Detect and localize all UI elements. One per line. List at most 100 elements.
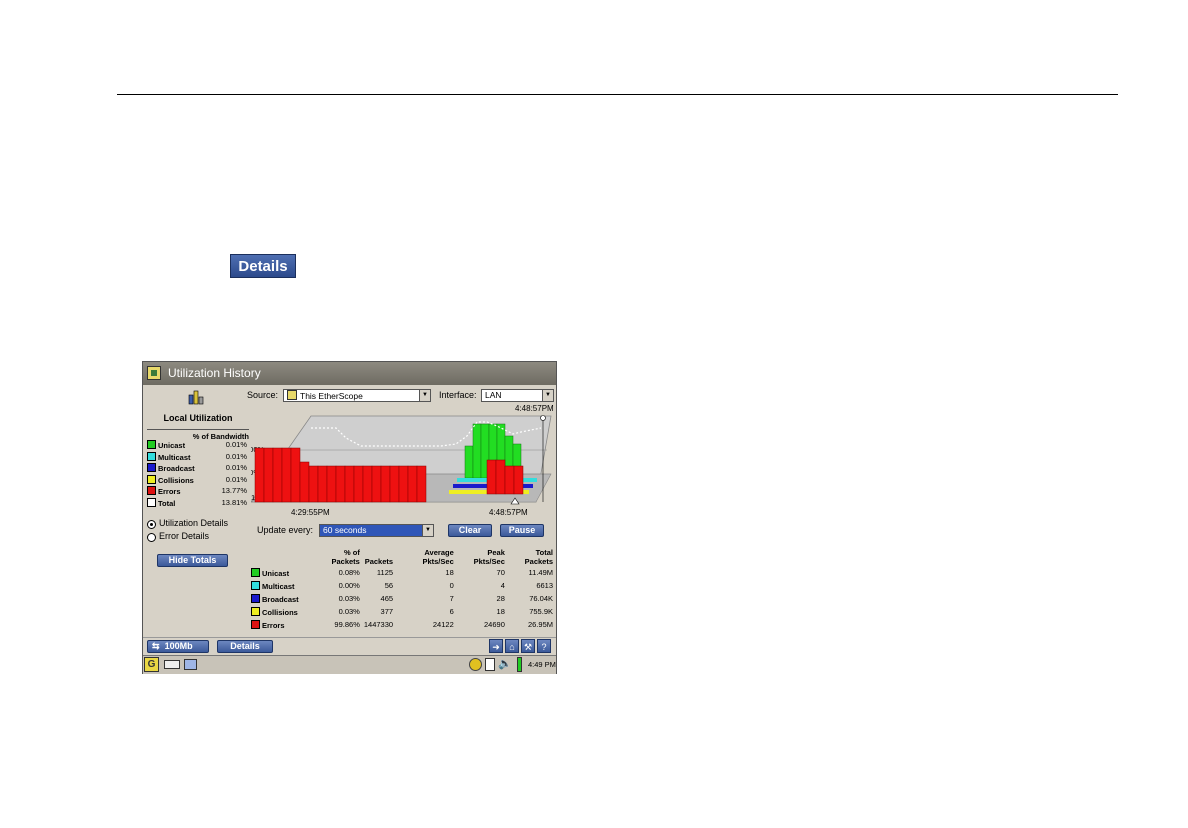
packet-stats-table: % of Packets Packets Average Pkts/Sec Peak … (249, 544, 555, 631)
interface-value: LAN (485, 390, 502, 400)
column-header: Average Pkts/Sec (422, 548, 454, 566)
row-name: Collisions (249, 605, 315, 618)
error-details-radio[interactable] (147, 533, 156, 542)
title-bar: Utilization History (143, 362, 556, 385)
error-details-label[interactable]: Error Details (159, 531, 209, 541)
interface-dropdown[interactable]: LAN ▼ (481, 389, 554, 402)
legend-label: Multicast (147, 451, 191, 462)
table-row: Broadcast 0.03% 465 7 28 76.04K (249, 592, 555, 605)
cell-packets: 56 (384, 581, 394, 590)
cell-pct: 0.00% (338, 581, 360, 590)
legend-label: Total (147, 497, 175, 508)
row-swatch (251, 593, 260, 603)
update-every-label: Update every: (257, 525, 314, 535)
link-speed-label: 100Mb (164, 641, 193, 651)
cell-peak: 28 (496, 594, 505, 603)
column-header: % of Packets (331, 548, 360, 566)
utilization-details-radio[interactable] (147, 520, 156, 529)
table-header-row: % of Packets Packets Average Pkts/Sec Peak … (249, 544, 555, 566)
row-name: Multicast (249, 579, 315, 592)
legend-swatch (147, 474, 156, 484)
cell-total: 76.04K (529, 594, 553, 603)
legend-row-unicast: Unicast 0.01% (147, 440, 247, 451)
table-row: Collisions 0.03% 377 6 18 755.9K (249, 605, 555, 618)
cell-total: 26.95M (527, 620, 553, 629)
source-dropdown[interactable]: This EtherScope ▼ (283, 389, 431, 402)
column-header (249, 544, 315, 566)
local-utilization-icon (188, 389, 204, 405)
cell-total: 755.9K (529, 607, 553, 616)
clipboard-icon[interactable] (485, 658, 495, 671)
page-rule (117, 94, 1118, 95)
speaker-icon[interactable]: 🔈 (498, 657, 512, 670)
cell-avg: 18 (445, 568, 454, 577)
cell-peak: 24690 (484, 620, 505, 629)
interface-label: Interface: (439, 390, 477, 400)
legend-row-errors: Errors 13.77% (147, 486, 247, 497)
clear-button[interactable]: Clear (448, 524, 492, 537)
home-icon[interactable]: ⌂ (505, 639, 519, 653)
column-header: Total Packets (524, 548, 553, 566)
row-name: Unicast (249, 566, 315, 579)
legend-row-collisions: Collisions 0.01% (147, 474, 247, 486)
cell-packets: 377 (380, 607, 394, 616)
cell-avg: 24122 (432, 620, 454, 629)
help-icon[interactable]: ? (537, 639, 551, 653)
table-row: Multicast 0.00% 56 0 4 6613 (249, 579, 555, 592)
hide-totals-button[interactable]: Hide Totals (157, 554, 228, 567)
battery-icon (517, 657, 522, 672)
chevron-down-icon: ▼ (419, 390, 430, 401)
row-swatch (251, 619, 260, 629)
legend-value: 13.81% (221, 497, 247, 507)
details-button-inline[interactable]: Details (230, 254, 296, 278)
network-status-icon[interactable] (469, 658, 482, 671)
back-arrow-icon[interactable]: ➜ (489, 639, 503, 653)
utilization-history-window: Utilization History Local Utilization % … (142, 361, 557, 674)
wrench-icon[interactable]: ⚒ (521, 639, 535, 653)
legend-swatch (147, 463, 156, 472)
chevron-down-icon: ▼ (542, 390, 553, 401)
row-name: Broadcast (249, 592, 315, 605)
keyboard-icon[interactable] (164, 660, 180, 669)
details-button[interactable]: Details (217, 640, 273, 653)
start-icon[interactable]: G (144, 657, 159, 672)
cell-avg: 6 (449, 607, 454, 616)
table-row: Errors 99.86% 1447330 24122 24690 26.95M (249, 618, 555, 631)
row-name: Errors (249, 618, 315, 631)
legend-label-text: Multicast (158, 452, 191, 462)
legend-label: Errors (147, 486, 181, 496)
utilization-details-label[interactable]: Utilization Details (159, 518, 228, 528)
legend-swatch (147, 451, 156, 461)
cell-avg: 0 (449, 581, 454, 590)
update-interval-value: 60 seconds (323, 525, 367, 535)
chart-time-left: 4:29:55PM (291, 508, 330, 517)
source-value: This EtherScope (300, 391, 363, 401)
cell-peak: 18 (496, 607, 505, 616)
cell-pct: 0.08% (338, 568, 360, 577)
legend-swatch (147, 440, 156, 449)
legend-value: 0.01% (225, 451, 247, 461)
bottom-nav-bar: ⇆ 100Mb Details ➜ ⌂ ⚒ ? (143, 637, 556, 655)
legend-value: 0.01% (225, 463, 247, 472)
row-swatch (251, 606, 260, 616)
row-name-text: Errors (262, 620, 285, 630)
cursor-handle-top (540, 415, 546, 421)
clock: 4:49 PM (528, 660, 556, 669)
row-swatch (251, 567, 260, 577)
update-interval-dropdown[interactable]: 60 seconds ▼ (319, 524, 434, 537)
legend-swatch (147, 486, 156, 495)
legend-value: 13.77% (221, 486, 247, 495)
row-swatch (251, 580, 260, 590)
column-header: Packets (364, 557, 394, 566)
row-name-text: Collisions (262, 607, 298, 617)
system-taskbar: G 🔈 4:49 PM (143, 655, 556, 674)
table-body: Unicast 0.08% 1125 18 70 11.49M Multicast 0.00%… (249, 566, 555, 631)
chevron-down-icon: ▼ (422, 525, 433, 536)
link-speed-button[interactable]: ⇆ 100Mb (147, 640, 209, 653)
row-name-text: Multicast (262, 581, 295, 591)
pause-button[interactable]: Pause (500, 524, 544, 537)
cell-packets: 465 (380, 594, 394, 603)
window-icon[interactable] (184, 659, 197, 670)
cell-pct: 0.03% (338, 607, 360, 616)
cell-packets: 1447330 (363, 620, 394, 629)
